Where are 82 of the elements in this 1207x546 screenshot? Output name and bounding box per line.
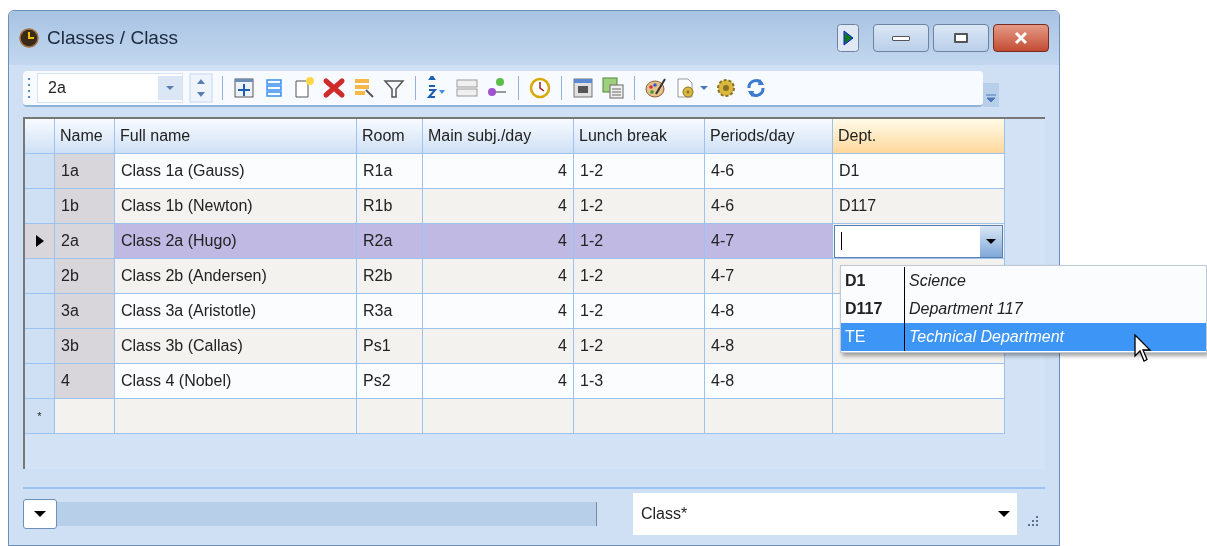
table-cell-text: 4	[558, 231, 567, 251]
table-cell-text: 4-6	[711, 196, 735, 216]
current-row-icon	[35, 235, 44, 247]
table-cell-text: Ps2	[363, 371, 391, 391]
clock-icon[interactable]	[528, 76, 552, 100]
table-cell-text: Class 1b (Newton)	[121, 196, 253, 216]
table-cell-text: D1	[839, 161, 860, 181]
resize-grip-icon[interactable]	[1025, 514, 1039, 528]
column-header[interactable]: Main subj./day	[423, 119, 574, 153]
table-cell-text: Class 1a (Gauss)	[121, 161, 245, 181]
table-cell-text: 4	[558, 371, 567, 391]
caret-icon[interactable]	[980, 225, 1002, 257]
table-cell-text: R2a	[363, 231, 393, 251]
table-cell-text: 1-2	[580, 266, 604, 286]
table-cell-text: 3b	[61, 336, 79, 356]
table-cell-text: Class 2b (Andersen)	[121, 266, 267, 286]
table-cell-text: 4-7	[711, 266, 735, 286]
clock-icon	[19, 28, 39, 48]
new-row-marker: *	[37, 408, 42, 424]
table-cell-text: 1-2	[580, 161, 604, 181]
scrollbar-track[interactable]	[57, 502, 597, 526]
spin-buttons[interactable]	[189, 73, 213, 103]
dropdown-option[interactable]: D1 Science	[841, 267, 1206, 295]
dropdown-button[interactable]	[23, 499, 57, 529]
move-icon[interactable]	[232, 76, 256, 100]
table-cell-text: R1b	[363, 196, 393, 216]
table-cell-text: D117	[839, 196, 877, 216]
table-cell-text: 4	[558, 196, 567, 216]
table-cell-text: 1-2	[580, 336, 604, 356]
table-cell-text: 4-7	[711, 231, 735, 251]
table-cell-text: Ps1	[363, 336, 391, 356]
table-cell-text: 4	[61, 371, 70, 391]
caret-icon[interactable]	[997, 510, 1011, 518]
column-header[interactable]: Room	[357, 119, 423, 153]
table-cell-text: 1-2	[580, 301, 604, 321]
dept-combo[interactable]	[834, 224, 1003, 258]
column-header[interactable]: Full name	[115, 119, 357, 153]
table-cell-text: 4	[558, 301, 567, 321]
view-combo[interactable]: Class*	[633, 493, 1017, 535]
table-cell-text: 3a	[61, 301, 79, 321]
record-combo[interactable]: 2a	[37, 73, 183, 103]
table-cell-text: 4-8	[711, 336, 735, 356]
table-cell-text: R1a	[363, 161, 393, 181]
minimize-button[interactable]	[873, 24, 929, 52]
table-cell-text: 4	[558, 161, 567, 181]
overflow-icon[interactable]	[983, 83, 999, 107]
refresh-icon[interactable]	[744, 76, 768, 100]
table-cell-text: Class 2a (Hugo)	[121, 231, 237, 251]
table-cell-text: 1-2	[580, 196, 604, 216]
table-cell-text: 2b	[61, 266, 79, 286]
play-icon[interactable]	[837, 24, 859, 52]
edit-list-icon[interactable]	[352, 76, 376, 100]
maximize-button[interactable]	[933, 24, 989, 52]
table-cell-text: 4-8	[711, 301, 735, 321]
close-button[interactable]	[993, 24, 1049, 52]
grip-icon[interactable]	[27, 76, 31, 100]
column-header[interactable]: Lunch break	[574, 119, 705, 153]
table-cell-text: R2b	[363, 266, 393, 286]
delete-icon[interactable]	[322, 76, 346, 100]
table-cell-text: 2a	[61, 231, 79, 251]
settings-icon[interactable]	[714, 76, 738, 100]
column-header[interactable]: Dept.	[833, 119, 1005, 153]
table-cell-text: Class 3b (Callas)	[121, 336, 243, 356]
close-icon	[1013, 31, 1029, 45]
table-cell-text: 1-2	[580, 231, 604, 251]
table-cell-text: 4	[558, 336, 567, 356]
table-cell-text: Class 3a (Aristotle)	[121, 301, 257, 321]
table-cell-text: 1a	[61, 161, 79, 181]
table-cell-text: 4-6	[711, 161, 735, 181]
caret-icon	[34, 510, 46, 518]
table-cell-text: R3a	[363, 301, 393, 321]
table-cell-text: 1-3	[580, 371, 604, 391]
column-header[interactable]: Name	[55, 119, 115, 153]
table-cell-text: 1b	[61, 196, 79, 216]
table-cell-text: Class 4 (Nobel)	[121, 371, 232, 391]
fields-icon[interactable]	[455, 76, 479, 100]
table-cell-text: 4-8	[711, 371, 735, 391]
row-header[interactable]	[25, 224, 55, 258]
new-document-icon[interactable]	[292, 76, 316, 100]
palette-icon[interactable]	[644, 76, 668, 100]
window-title: Classes / Class	[47, 25, 178, 50]
table-cell-text: 4	[558, 266, 567, 286]
